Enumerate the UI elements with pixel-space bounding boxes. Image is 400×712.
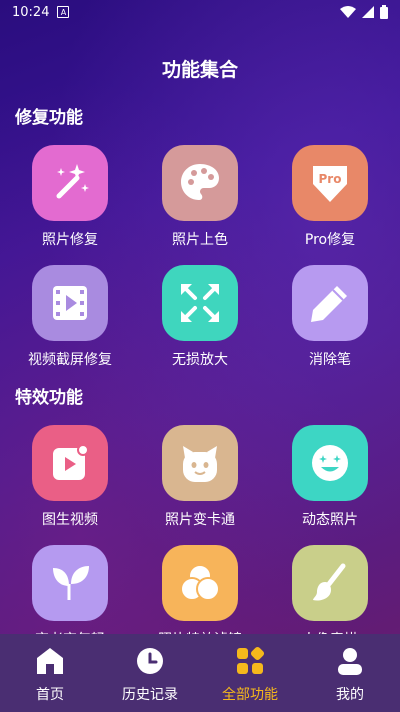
feature-video-screenshot-repair[interactable]: 视频截屏修复	[15, 265, 125, 369]
feature-pro-repair[interactable]: Pro Pro修复	[275, 145, 385, 249]
bottom-nav: 首页 历史记录 全部功能 我的	[0, 634, 400, 712]
feature-tile[interactable]	[162, 425, 238, 501]
feature-tile[interactable]	[162, 545, 238, 621]
feature-live-photo[interactable]: 动态照片	[275, 425, 385, 529]
section-title-effects: 特效功能	[15, 388, 83, 408]
feature-tile[interactable]	[32, 425, 108, 501]
filter-circles-icon	[180, 564, 220, 601]
feature-lossless-upscale[interactable]: 无损放大	[145, 265, 255, 369]
feature-photo-colorize[interactable]: 照片上色	[145, 145, 255, 249]
feature-tile[interactable]	[32, 145, 108, 221]
feature-label: 视频截屏修复	[28, 352, 112, 368]
feature-tile[interactable]	[162, 145, 238, 221]
nav-all-features[interactable]: 全部功能	[200, 634, 300, 704]
nav-label: 首页	[36, 687, 64, 703]
feature-eraser-pen[interactable]: 消除笔	[275, 265, 385, 369]
feature-label: 消除笔	[309, 352, 351, 368]
palette-icon	[181, 164, 219, 200]
signal-icon	[362, 6, 374, 18]
feature-label: 照片上色	[172, 232, 228, 248]
feature-tile[interactable]	[32, 545, 108, 621]
pro-badge-icon: Pro	[313, 166, 347, 202]
wifi-icon	[340, 6, 356, 18]
feature-photo-to-cartoon[interactable]: 照片变卡通	[145, 425, 255, 529]
feature-tile[interactable]	[32, 265, 108, 341]
play-image-icon	[53, 444, 89, 480]
pencil-icon	[311, 286, 347, 322]
section-title-repair: 修复功能	[15, 108, 83, 128]
feature-tile[interactable]	[292, 425, 368, 501]
clock-icon	[137, 648, 163, 674]
feature-label: 无损放大	[172, 352, 228, 368]
feature-label: 照片修复	[42, 232, 98, 248]
page-title: 功能集合	[161, 59, 238, 81]
nav-home[interactable]: 首页	[0, 634, 100, 704]
status-time: 10:24	[12, 4, 50, 20]
nav-profile[interactable]: 我的	[300, 634, 400, 704]
expand-arrows-icon	[181, 284, 219, 322]
nav-label: 全部功能	[222, 687, 278, 703]
feature-label: 图生视频	[42, 512, 98, 528]
sim-indicator-icon: A	[57, 6, 70, 18]
feature-tile[interactable]	[162, 265, 238, 341]
feature-label: 照片变卡通	[165, 512, 235, 528]
grid-icon	[237, 646, 265, 674]
feature-tile[interactable]	[292, 545, 368, 621]
film-icon	[53, 286, 87, 320]
cartoon-face-icon	[183, 446, 217, 482]
feature-label: 动态照片	[302, 512, 358, 528]
battery-icon	[380, 5, 388, 19]
brush-icon	[313, 563, 346, 601]
smile-face-icon	[312, 445, 348, 481]
feature-tile[interactable]	[292, 265, 368, 341]
home-icon	[37, 648, 63, 674]
nav-label: 我的	[336, 687, 364, 703]
magic-wand-icon	[56, 164, 89, 199]
nav-history[interactable]: 历史记录	[100, 634, 200, 704]
user-icon	[338, 648, 362, 675]
nav-label: 历史记录	[122, 687, 178, 703]
status-bar: 10:24 A	[0, 0, 400, 24]
sprout-icon	[53, 566, 89, 600]
pro-badge-text: Pro	[319, 172, 342, 186]
feature-tile[interactable]: Pro	[292, 145, 368, 221]
feature-photo-repair[interactable]: 照片修复	[15, 145, 125, 249]
feature-label: Pro修复	[304, 232, 356, 248]
feature-image-to-video[interactable]: 图生视频	[15, 425, 125, 529]
